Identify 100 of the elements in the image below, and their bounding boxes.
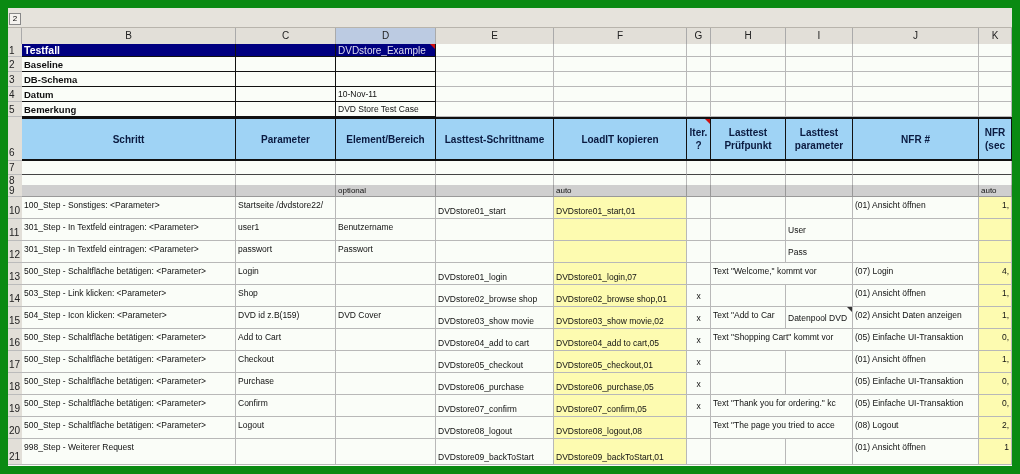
table-cell: Text "Thank you for ordering." kc <box>711 395 853 417</box>
table-cell: Text "Welcome," kommt vor <box>711 263 853 285</box>
table-cell: Purchase <box>236 373 336 395</box>
table-cell: 500_Step - Schaltfläche betätigen: <Parameter> <box>22 329 236 351</box>
table-cell <box>786 87 853 102</box>
table-cell: DVDstore04_add to cart,05 <box>554 329 687 351</box>
table-cell: 2, <box>979 417 1012 439</box>
table-cell <box>979 87 1012 102</box>
table-cell: 500_Step - Schaltfläche betätigen: <Parameter> <box>22 417 236 439</box>
table-cell <box>687 417 711 439</box>
table-cell: Datum <box>22 87 236 102</box>
table-cell: 503_Step - Link klicken: <Parameter> <box>22 285 236 307</box>
row-header[interactable]: 21 <box>8 439 22 465</box>
row-header[interactable]: 20 <box>8 417 22 439</box>
table-cell: 1, <box>979 351 1012 373</box>
table-cell: DVDstore02_browse shop,01 <box>554 285 687 307</box>
row-header[interactable]: 11 <box>8 219 22 241</box>
table-cell <box>687 44 711 57</box>
table-cell: 0, <box>979 329 1012 351</box>
table-cell: DVDstore05_checkout,01 <box>554 351 687 373</box>
table-cell: 1, <box>979 285 1012 307</box>
column-heading: Lasttest-Schrittname <box>436 117 554 161</box>
table-cell: 500_Step - Schaltfläche betätigen: <Parameter> <box>22 395 236 417</box>
column-heading: Lasttest Prüfpunkt <box>711 117 786 161</box>
table-cell: x <box>687 285 711 307</box>
table-cell <box>786 44 853 57</box>
table-cell: DVDstore03_show movie,02 <box>554 307 687 329</box>
table-cell: auto <box>979 185 1012 197</box>
row-header[interactable]: 18 <box>8 373 22 395</box>
row-header[interactable]: 17 <box>8 351 22 373</box>
table-cell: Confirm <box>236 395 336 417</box>
table-cell: passwort <box>236 241 336 263</box>
table-cell <box>979 72 1012 87</box>
table-cell: Testfall <box>22 44 236 57</box>
table-cell <box>687 87 711 102</box>
table-cell <box>979 102 1012 117</box>
row-header[interactable]: 6 <box>8 117 22 161</box>
row-header[interactable]: 4 <box>8 87 22 102</box>
row-header[interactable]: 7 <box>8 161 22 175</box>
row-header[interactable]: 16 <box>8 329 22 351</box>
table-cell: Checkout <box>236 351 336 373</box>
table-cell: x <box>687 373 711 395</box>
table-cell: 504_Step - Icon klicken: <Parameter> <box>22 307 236 329</box>
row-header[interactable]: 3 <box>8 72 22 87</box>
row-header[interactable]: 15 <box>8 307 22 329</box>
row-header[interactable]: 5 <box>8 102 22 117</box>
table-cell: DVDstore07_confirm,05 <box>554 395 687 417</box>
table-cell: Text "The page you tried to acce <box>711 417 853 439</box>
table-cell: x <box>687 329 711 351</box>
table-cell: Benutzername <box>336 219 436 241</box>
row-header[interactable]: 12 <box>8 241 22 263</box>
table-cell: optional <box>336 185 436 197</box>
table-cell <box>979 57 1012 72</box>
table-cell <box>687 185 711 197</box>
table-cell: 998_Step - Weiterer Request <box>22 439 236 465</box>
row-header[interactable]: 9 <box>8 185 22 197</box>
column-heading: Parameter <box>236 117 336 161</box>
table-cell: Passwort <box>336 241 436 263</box>
table-cell: 0, <box>979 373 1012 395</box>
row-header[interactable]: 10 <box>8 197 22 219</box>
table-cell: Shop <box>236 285 336 307</box>
table-cell: DVDstore09_backToStart,01 <box>554 439 687 465</box>
row-header[interactable]: 19 <box>8 395 22 417</box>
column-heading: NFR # <box>853 117 979 161</box>
row-header[interactable]: 1 <box>8 44 22 57</box>
table-cell: Text "Add to Car <box>711 307 786 329</box>
table-cell <box>786 102 853 117</box>
table-cell: 301_Step - In Textfeld eintragen: <Parameter> <box>22 219 236 241</box>
table-cell: DVD id z.B(159) <box>236 307 336 329</box>
table-cell <box>786 57 853 72</box>
table-cell: DVDstore_Example <box>336 44 436 57</box>
table-cell: Login <box>236 263 336 285</box>
table-cell: DVDstore08_logout,08 <box>554 417 687 439</box>
table-cell: x <box>687 351 711 373</box>
table-cell: 301_Step - In Textfeld eintragen: <Parameter> <box>22 241 236 263</box>
table-cell: 1 <box>979 439 1012 465</box>
table-cell: user1 <box>236 219 336 241</box>
outline-level-button[interactable]: 2 <box>9 13 21 25</box>
row-header[interactable]: 14 <box>8 285 22 307</box>
table-cell: Logout <box>236 417 336 439</box>
table-cell <box>786 161 853 175</box>
table-cell: 4, <box>979 263 1012 285</box>
row-header[interactable]: 2 <box>8 57 22 72</box>
table-cell: 100_Step - Sonstiges: <Parameter> <box>22 197 236 219</box>
table-cell: Baseline <box>22 57 236 72</box>
table-cell: Text "Shopping Cart" kommt vor <box>711 329 853 351</box>
table-cell <box>687 161 711 175</box>
table-cell: DVDstore01_start,01 <box>554 197 687 219</box>
row-header[interactable]: 13 <box>8 263 22 285</box>
table-cell: 500_Step - Schaltfläche betätigen: <Parameter> <box>22 351 236 373</box>
table-cell <box>687 57 711 72</box>
column-heading: Schritt <box>22 117 236 161</box>
column-heading: NFR (sec <box>979 117 1012 161</box>
table-cell: DVDstore06_purchase,05 <box>554 373 687 395</box>
table-cell: 1, <box>979 307 1012 329</box>
table-cell: 500_Step - Schaltfläche betätigen: <Parameter> <box>22 373 236 395</box>
table-cell: auto <box>554 185 687 197</box>
table-cell <box>687 439 711 465</box>
column-heading: LoadIT kopieren <box>554 117 687 161</box>
table-cell: 500_Step - Schaltfläche betätigen: <Parameter> <box>22 263 236 285</box>
